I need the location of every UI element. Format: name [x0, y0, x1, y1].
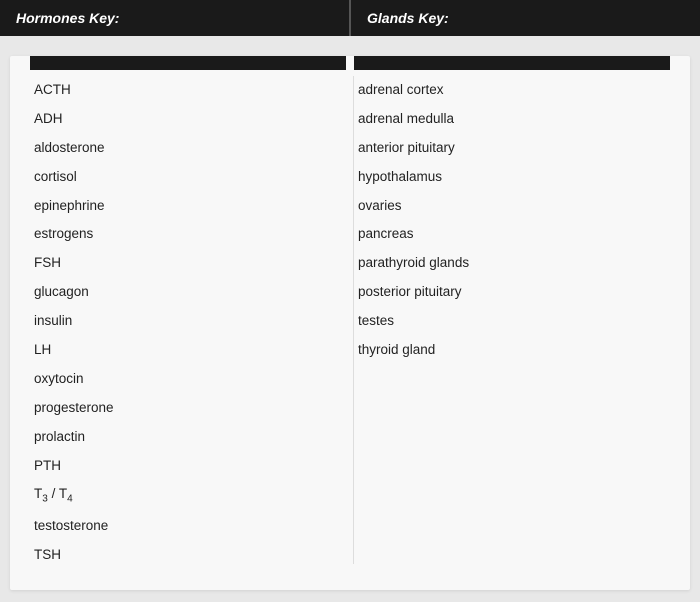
list-item: adrenal cortex — [354, 76, 670, 105]
list-item: PTH — [30, 452, 346, 481]
list-item: aldosterone — [30, 134, 346, 163]
list-item: estrogens — [30, 220, 346, 249]
list-item: TSH — [30, 541, 346, 570]
list-item: adrenal medulla — [354, 105, 670, 134]
main-card: ACTHADHaldosteronecortisolepinephrineest… — [10, 56, 690, 590]
list-item: LH — [30, 336, 346, 365]
hormones-key-label: Hormones Key: — [16, 10, 119, 26]
list-item: testosterone — [30, 512, 346, 541]
list-item: oxytocin — [30, 365, 346, 394]
glands-key-label: Glands Key: — [367, 10, 449, 26]
list-item: anterior pituitary — [354, 134, 670, 163]
glands-header-cell: Glands Key: — [351, 0, 700, 36]
col-bar-divider — [346, 56, 354, 70]
list-item: hypothalamus — [354, 163, 670, 192]
list-item: ovaries — [354, 192, 670, 221]
list-item: FSH — [30, 249, 346, 278]
glands-col-bar — [354, 56, 670, 70]
list-item: epinephrine — [30, 192, 346, 221]
list-item: parathyroid glands — [354, 249, 670, 278]
column-divider — [346, 76, 354, 564]
list-item: T3 / T4 — [30, 480, 346, 512]
list-item: pancreas — [354, 220, 670, 249]
table-header — [30, 56, 670, 70]
hormones-header-cell: Hormones Key: — [0, 0, 349, 36]
list-item: cortisol — [30, 163, 346, 192]
list-item: thyroid gland — [354, 336, 670, 365]
list-item: ADH — [30, 105, 346, 134]
hormones-column: ACTHADHaldosteronecortisolepinephrineest… — [30, 70, 346, 570]
list-item: ACTH — [30, 76, 346, 105]
hormones-col-bar — [30, 56, 346, 70]
list-item: progesterone — [30, 394, 346, 423]
table-body: ACTHADHaldosteronecortisolepinephrineest… — [30, 70, 670, 570]
header-bar: Hormones Key: Glands Key: — [0, 0, 700, 36]
list-item: glucagon — [30, 278, 346, 307]
list-item: posterior pituitary — [354, 278, 670, 307]
list-item: testes — [354, 307, 670, 336]
list-item: insulin — [30, 307, 346, 336]
list-item: prolactin — [30, 423, 346, 452]
glands-column: adrenal cortexadrenal medullaanterior pi… — [354, 70, 670, 570]
